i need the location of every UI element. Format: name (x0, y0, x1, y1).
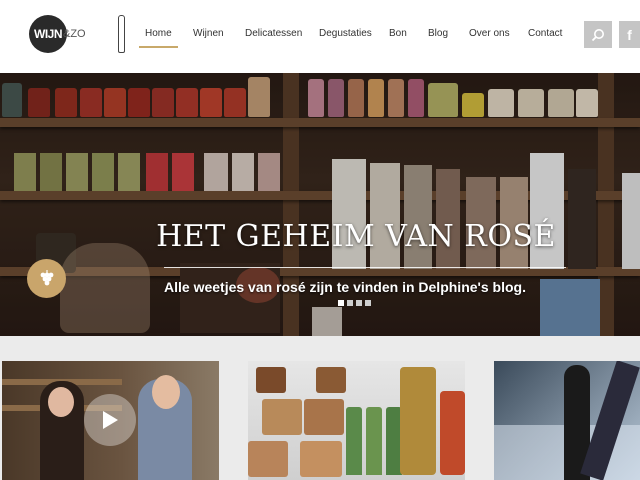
nav-contact[interactable]: Contact (528, 28, 562, 39)
play-icon (103, 411, 118, 429)
hero-subtitle[interactable]: Alle weetjes van rosé zijn te vinden in … (164, 279, 526, 295)
hero-title: HET GEHEIM VAN ROSÉ (156, 219, 556, 254)
site-logo[interactable]: WIJN &ZO (29, 15, 125, 53)
nav-blog[interactable]: Blog (428, 28, 448, 39)
wine-card[interactable] (494, 361, 640, 480)
facebook-icon: f (627, 26, 632, 43)
slider-dots (338, 300, 371, 306)
product-jar (262, 399, 302, 435)
play-button[interactable] (84, 394, 136, 446)
hero-overlay (0, 73, 640, 336)
product-bottle (346, 407, 362, 475)
product-jar (316, 367, 346, 393)
nav-delicatessen[interactable]: Delicatessen (245, 28, 302, 39)
video-card[interactable] (2, 361, 219, 480)
face-right (152, 375, 180, 409)
product-jar (300, 441, 342, 477)
nav-wijnen[interactable]: Wijnen (193, 28, 224, 39)
product-bottle (366, 407, 382, 475)
grape-badge[interactable] (27, 259, 66, 298)
product-jar (304, 399, 344, 435)
slider-dot[interactable] (347, 300, 353, 306)
slider-dot[interactable] (356, 300, 362, 306)
delicatessen-card[interactable] (248, 361, 465, 480)
nav-degustaties[interactable]: Degustaties (319, 28, 372, 39)
grape-icon (40, 269, 53, 285)
search-button[interactable] (584, 21, 612, 48)
logo-suffix: &ZO (63, 28, 86, 40)
search-icon (591, 28, 604, 41)
hero-slider[interactable]: HET GEHEIM VAN ROSÉ Alle weetjes van ros… (0, 73, 640, 336)
logo-mark: WIJN (29, 15, 67, 53)
product-jar (248, 441, 288, 477)
site-header: WIJN &ZO Home Wijnen Delicatessen Degust… (0, 0, 640, 73)
hero-divider (164, 267, 566, 268)
facebook-button[interactable]: f (619, 21, 640, 48)
product-jar-stack (440, 391, 465, 475)
product-jar-stack (400, 367, 436, 475)
nav-home[interactable]: Home (139, 28, 178, 48)
nav-bon[interactable]: Bon (389, 28, 407, 39)
face-left (48, 387, 74, 417)
bottle-icon (118, 15, 125, 53)
product-jar (256, 367, 286, 393)
slider-dot[interactable] (365, 300, 371, 306)
nav-over-ons[interactable]: Over ons (469, 28, 510, 39)
slider-dot[interactable] (338, 300, 344, 306)
